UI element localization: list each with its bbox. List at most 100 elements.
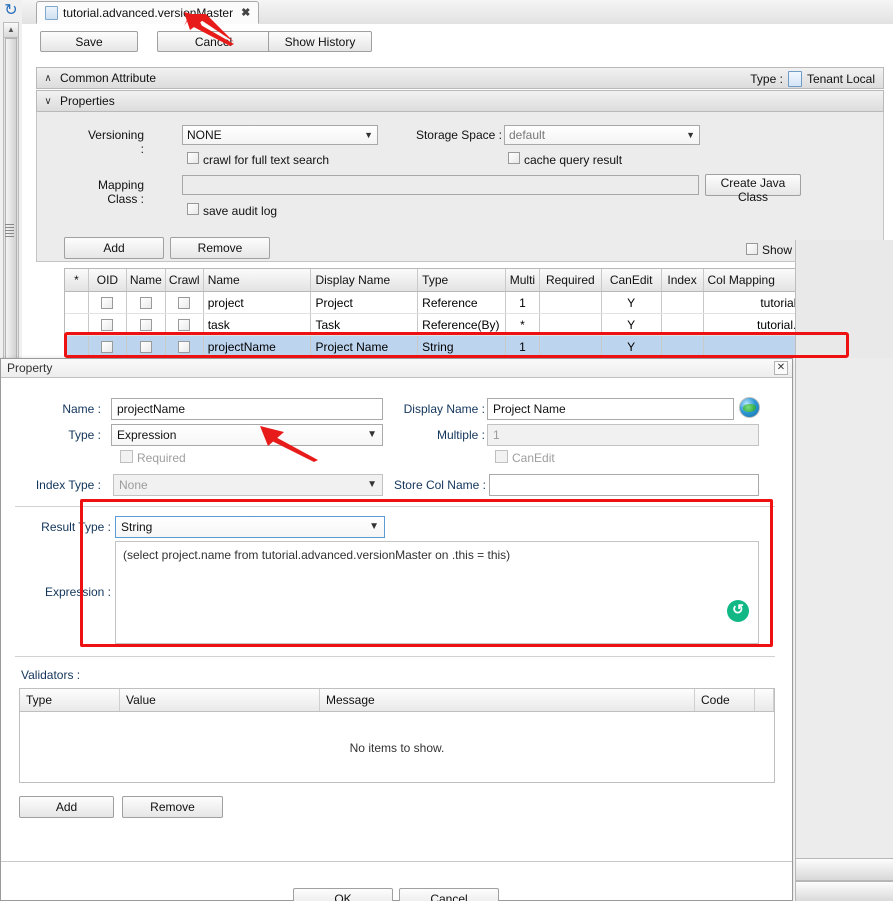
row-multi: 1	[506, 336, 540, 357]
mapping-class-input[interactable]	[182, 175, 699, 195]
col-code: Code	[695, 689, 755, 711]
name-input[interactable]: projectName	[111, 398, 383, 420]
chevron-up-icon: ∧	[44, 72, 52, 84]
add-property-button[interactable]: Add	[64, 237, 164, 259]
row-required	[540, 314, 602, 335]
save-button[interactable]: Save	[40, 31, 138, 52]
row-oid-checkbox-cell[interactable]	[89, 336, 127, 357]
table-row[interactable]: projectName Project Name String 1 Y	[65, 336, 893, 357]
tab-strip: tutorial.advanced.versionMaster ✖	[22, 0, 893, 25]
validators-label: Validators :	[21, 668, 81, 682]
right-side-strip	[795, 240, 893, 358]
remove-property-button[interactable]: Remove	[170, 237, 270, 259]
store-col-name-input[interactable]	[489, 474, 759, 496]
row-index	[662, 336, 704, 357]
add-validator-button[interactable]: Add	[19, 796, 114, 818]
chevron-down-icon: ▼	[364, 130, 373, 140]
row-canedit: Y	[602, 292, 662, 313]
refresh-icon[interactable]: ↻	[2, 2, 20, 20]
right-panel	[795, 358, 893, 901]
canedit-label: CanEdit	[512, 451, 555, 465]
dialog-body: Name : projectName Display Name : Projec…	[1, 378, 792, 901]
crawl-checkbox[interactable]	[178, 318, 191, 331]
versioning-label: Versioning :	[87, 128, 144, 156]
chevron-down-icon: ∨	[44, 95, 52, 107]
row-required	[540, 292, 602, 313]
create-java-class-button[interactable]: Create Java Class	[705, 174, 801, 204]
required-checkbox	[120, 450, 133, 463]
remove-validator-button[interactable]: Remove	[122, 796, 223, 818]
name-label: Name :	[62, 402, 101, 416]
ok-button[interactable]: OK	[293, 888, 393, 901]
section-common-attribute[interactable]: ∧ Common Attribute Type : Tenant Local	[36, 67, 884, 89]
row-type: String	[418, 336, 506, 357]
scroll-up-icon[interactable]: ▲	[4, 23, 18, 38]
row-index	[662, 314, 704, 335]
type-label: Type :	[750, 72, 783, 86]
right-panel-splitter-1[interactable]	[796, 858, 893, 881]
row-name-checkbox-cell[interactable]	[127, 314, 166, 335]
row-crawl-checkbox-cell[interactable]	[166, 314, 204, 335]
col-crawl: Crawl	[166, 269, 204, 291]
expression-input[interactable]: (select project.name from tutorial.advan…	[115, 541, 759, 644]
result-type-value: String	[121, 520, 153, 534]
col-type: Type	[20, 689, 120, 711]
store-col-name-label: Store Col Name :	[393, 478, 486, 492]
storage-space-value: default	[509, 128, 546, 142]
result-type-select[interactable]: String ▼	[115, 516, 385, 538]
right-panel-splitter-2[interactable]	[796, 881, 893, 901]
col-name: Name	[204, 269, 312, 291]
oid-checkbox[interactable]	[101, 296, 114, 309]
table-row[interactable]: project Project Reference 1 Y tutorial.a…	[65, 292, 893, 314]
type-select[interactable]: Expression ▼	[111, 424, 383, 446]
crawl-fulltext-checkbox[interactable]	[187, 152, 199, 164]
versioning-select[interactable]: NONE ▼	[182, 125, 378, 145]
row-name-checkbox-cell[interactable]	[127, 336, 166, 357]
row-oid-checkbox-cell[interactable]	[89, 292, 127, 313]
crawl-checkbox[interactable]	[178, 296, 191, 309]
row-display: Task	[311, 314, 419, 335]
row-star	[65, 292, 89, 313]
name-checkbox[interactable]	[139, 318, 152, 331]
globe-icon[interactable]	[739, 397, 760, 418]
type-indicator: Type : Tenant Local	[750, 68, 875, 90]
refresh-icon[interactable]: ↺	[727, 600, 749, 622]
show-inherited-checkbox[interactable]	[746, 243, 758, 255]
dialog-title: Property	[7, 361, 53, 375]
cancel-button[interactable]: Cancel	[399, 888, 499, 901]
oid-checkbox[interactable]	[101, 318, 114, 331]
cancel-button[interactable]: Cancel	[157, 31, 270, 52]
name-checkbox[interactable]	[139, 296, 152, 309]
cache-query-checkbox[interactable]	[508, 152, 520, 164]
section-properties[interactable]: ∨ Properties	[36, 90, 884, 112]
storage-space-select[interactable]: default ▼	[504, 125, 700, 145]
row-name-checkbox-cell[interactable]	[127, 292, 166, 313]
index-type-label: Index Type :	[35, 478, 101, 492]
row-oid-checkbox-cell[interactable]	[89, 314, 127, 335]
chevron-down-icon: ▼	[369, 521, 379, 532]
validators-empty-message: No items to show.	[349, 740, 445, 755]
index-type-select: None ▼	[113, 474, 383, 496]
close-icon[interactable]: ✖	[241, 6, 250, 19]
row-multi: *	[506, 314, 540, 335]
crawl-checkbox[interactable]	[178, 340, 191, 353]
display-name-input[interactable]: Project Name	[487, 398, 734, 420]
section-title: Properties	[60, 94, 115, 108]
show-history-button[interactable]: Show History	[268, 31, 372, 52]
save-audit-log-checkbox[interactable]	[187, 203, 199, 215]
app-root: ↻ ▲ tutorial.advanced.versionMaster ✖ Sa…	[0, 0, 893, 901]
close-icon[interactable]: ✕	[774, 361, 788, 375]
versioning-value: NONE	[187, 128, 222, 142]
divider	[15, 656, 775, 657]
splitter-grip[interactable]	[5, 224, 14, 238]
row-crawl-checkbox-cell[interactable]	[166, 292, 204, 313]
oid-checkbox[interactable]	[101, 340, 114, 353]
row-required	[540, 336, 602, 357]
index-type-value: None	[119, 478, 148, 492]
name-checkbox[interactable]	[139, 340, 152, 353]
row-crawl-checkbox-cell[interactable]	[166, 336, 204, 357]
table-row[interactable]: task Task Reference(By) * Y tutorial.adv…	[65, 314, 893, 336]
row-type: Reference	[418, 292, 506, 313]
tab-version-master[interactable]: tutorial.advanced.versionMaster ✖	[36, 1, 260, 24]
property-grid-body: project Project Reference 1 Y tutorial.a…	[65, 292, 893, 357]
